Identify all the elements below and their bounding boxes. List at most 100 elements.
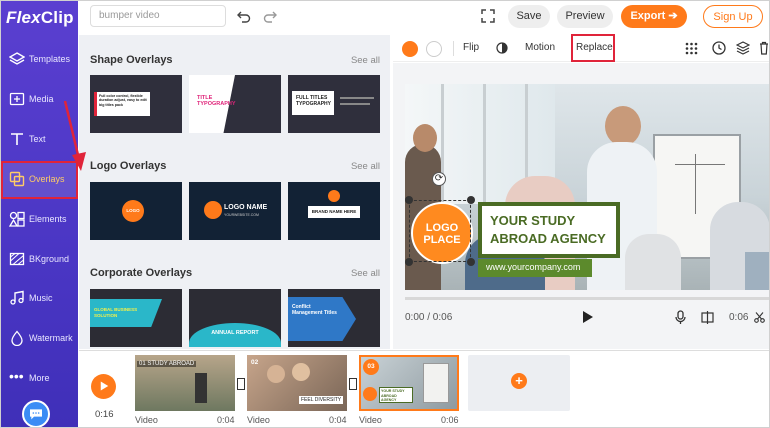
- save-button[interactable]: Save: [508, 5, 550, 28]
- thumb-text: Full color control, flexible duration ad…: [99, 94, 147, 107]
- search-input[interactable]: bumper video: [90, 5, 226, 27]
- shape-overlay-thumb[interactable]: TITLE TYPOGRAPHY: [189, 75, 281, 133]
- website-bar[interactable]: www.yourcompany.com: [478, 259, 592, 277]
- resize-handle[interactable]: [467, 258, 475, 266]
- timeline-clip[interactable]: 01 STUDY ABROAD: [135, 355, 235, 411]
- export-arrow-icon: ➔: [668, 10, 678, 22]
- thumb-text: GLOBAL BUSINESS SOLUTION: [94, 307, 138, 318]
- resize-handle[interactable]: [467, 196, 475, 204]
- sidebar-item-music[interactable]: Music: [1, 280, 78, 318]
- logo-overlay-thumb[interactable]: LOGO NAME YOURWEBSITE.COM: [189, 182, 281, 240]
- corporate-overlay-thumb[interactable]: GLOBAL BUSINESS SOLUTION: [90, 289, 182, 347]
- sidebar-item-watermark[interactable]: Watermark: [1, 320, 78, 358]
- see-all-shape-overlays[interactable]: See all: [351, 55, 380, 66]
- watermark-icon: [11, 330, 23, 346]
- plus-icon: +: [511, 373, 527, 389]
- background-icon: [9, 252, 25, 266]
- sidebar-item-templates[interactable]: Templates: [1, 41, 78, 79]
- sidebar-item-label: More: [29, 373, 50, 383]
- total-time: 0:16: [95, 409, 114, 420]
- thumb-text: ANNUAL REPORT: [211, 330, 259, 336]
- scissors-icon[interactable]: [754, 312, 765, 323]
- redo-icon[interactable]: [263, 9, 277, 23]
- delete-icon[interactable]: [759, 41, 769, 55]
- thumb-text: FULL TITLES TYPOGRAPHY: [296, 95, 332, 107]
- sidebar-item-label: Text: [29, 134, 46, 144]
- export-button[interactable]: Export ➔: [621, 5, 687, 28]
- sidebar-item-label: Music: [29, 293, 53, 303]
- thumb-text: LOGO NAME: [224, 204, 268, 211]
- undo-icon[interactable]: [237, 9, 251, 23]
- progress-track[interactable]: [405, 297, 769, 300]
- corporate-overlay-thumb[interactable]: ANNUAL REPORT: [189, 289, 281, 347]
- resize-handle[interactable]: [405, 196, 413, 204]
- export-label: Export: [630, 10, 666, 22]
- transition-icon[interactable]: [237, 378, 245, 390]
- layers-stack-icon[interactable]: [736, 41, 750, 55]
- see-all-logo-overlays[interactable]: See all: [351, 161, 380, 172]
- sidebar-item-label: Media: [29, 94, 54, 104]
- sidebar-item-bkground[interactable]: BKground: [1, 241, 78, 279]
- elements-icon: [9, 211, 25, 227]
- more-dots-icon: •••: [9, 368, 24, 384]
- chat-button[interactable]: [22, 400, 50, 427]
- clip-caption: 01 STUDY ABROAD: [137, 361, 197, 367]
- play-icon: [100, 381, 109, 391]
- transition-icon[interactable]: [349, 378, 357, 390]
- overlays-icon: [9, 171, 25, 187]
- clip-type-label: Video: [135, 415, 158, 425]
- clock-icon[interactable]: [712, 41, 726, 55]
- see-all-corporate-overlays[interactable]: See all: [351, 268, 380, 279]
- play-icon[interactable]: [582, 310, 594, 324]
- corporate-overlay-thumb[interactable]: Conflict Management Titles: [288, 289, 380, 347]
- flip-button[interactable]: Flip: [463, 42, 479, 53]
- motion-button[interactable]: Motion: [525, 42, 555, 53]
- headline-box[interactable]: YOUR STUDY ABROAD AGENCY: [478, 202, 620, 258]
- sidebar-item-more[interactable]: ••• More: [1, 360, 78, 398]
- clip-duration: 0:06: [441, 415, 459, 425]
- clip-caption: YOUR STUDY ABROAD AGENCY: [379, 387, 413, 403]
- clip-type-label: Video: [359, 415, 382, 425]
- clip-caption: FEEL DIVERSITY: [299, 396, 344, 404]
- shape-overlay-thumb[interactable]: FULL TITLES TYPOGRAPHY: [288, 75, 380, 133]
- media-add-icon: [9, 92, 25, 106]
- sidebar-item-label: Elements: [29, 214, 67, 224]
- shape-overlay-thumb[interactable]: Full color control, flexible duration ad…: [90, 75, 182, 133]
- sidebar-item-elements[interactable]: Elements: [1, 201, 78, 239]
- microphone-icon[interactable]: [675, 310, 686, 325]
- logo-overlay-thumb[interactable]: BRAND NAME HERE: [288, 182, 380, 240]
- grid-dots-icon[interactable]: [685, 42, 698, 55]
- selection-box: [409, 200, 471, 262]
- chat-bubble-icon: [30, 409, 42, 420]
- thumb-text: BRAND NAME HERE: [311, 209, 357, 214]
- color-swatch-white[interactable]: [426, 41, 442, 57]
- add-clip-button[interactable]: +: [468, 355, 570, 411]
- section-title-logo-overlays: Logo Overlays: [90, 160, 167, 172]
- app-logo[interactable]: FlexClip: [6, 8, 74, 28]
- section-title-corporate-overlays: Corporate Overlays: [90, 267, 193, 279]
- text-icon: [11, 133, 23, 145]
- thumb-text: LOGO: [126, 208, 140, 213]
- headline-text: YOUR STUDY ABROAD AGENCY: [490, 213, 606, 246]
- resize-handle[interactable]: [405, 258, 413, 266]
- timeline-play-button[interactable]: [91, 374, 116, 399]
- signup-button[interactable]: Sign Up: [703, 5, 763, 28]
- timeline-clip-selected[interactable]: 03 YOUR STUDY ABROAD AGENCY: [359, 355, 459, 411]
- logo-overlay-thumb[interactable]: LOGO: [90, 182, 182, 240]
- video-preview[interactable]: LOGO PLACE ⟳ YOUR STUDY ABROAD AGENCY ww…: [405, 84, 769, 290]
- logo-flex: Flex: [6, 8, 41, 27]
- fullscreen-icon[interactable]: [481, 9, 495, 23]
- timeline-clip[interactable]: 02 FEEL DIVERSITY: [247, 355, 347, 411]
- opacity-icon[interactable]: [496, 42, 508, 54]
- clip-duration: 0:04: [329, 415, 347, 425]
- rotate-handle-icon[interactable]: ⟳: [432, 172, 446, 186]
- music-icon: [10, 290, 24, 305]
- preview-button[interactable]: Preview: [557, 5, 613, 28]
- split-icon[interactable]: [701, 311, 714, 324]
- thumb-text: Conflict Management Titles: [292, 304, 337, 316]
- section-title-shape-overlays: Shape Overlays: [90, 54, 173, 66]
- toolbar-divider: [453, 41, 454, 56]
- clip-type-label: Video: [247, 415, 270, 425]
- replace-highlight: [571, 34, 615, 62]
- color-swatch-orange[interactable]: [402, 41, 418, 57]
